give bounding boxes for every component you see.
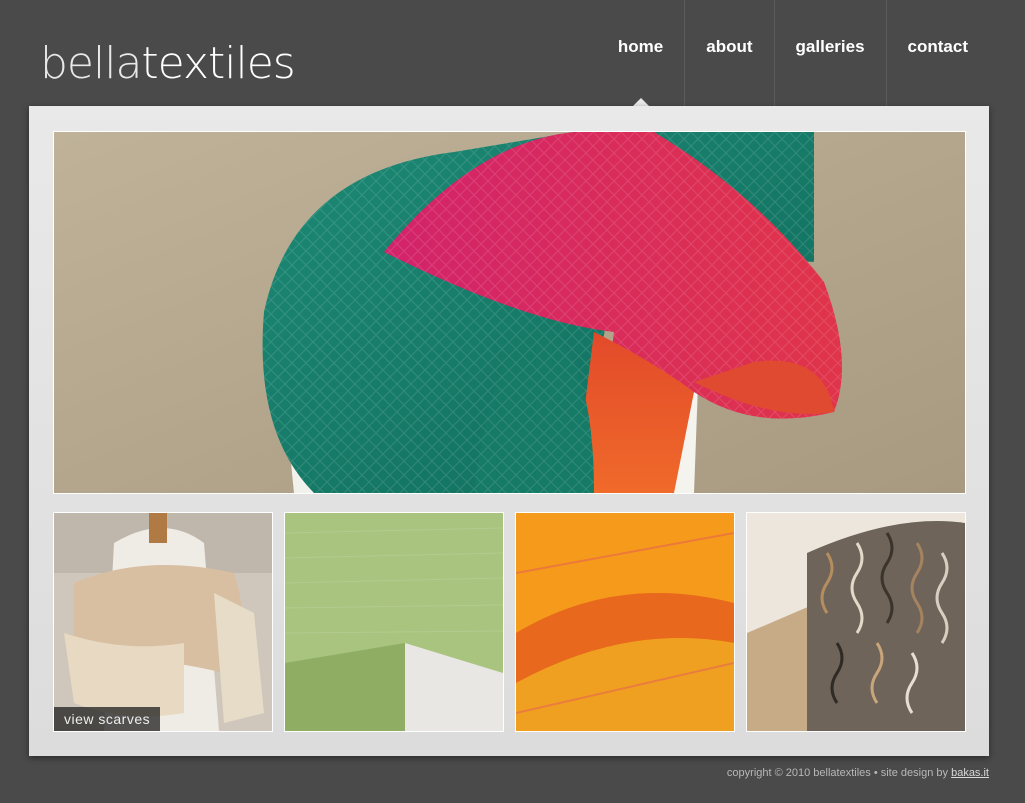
site-logo[interactable]: bellatextiles — [40, 34, 296, 94]
nav-item-about[interactable]: about — [684, 0, 773, 106]
logo-text-bold: textiles — [141, 38, 295, 89]
nav-item-home[interactable]: home — [597, 0, 684, 106]
thumbnail-wool-fleece[interactable] — [746, 512, 966, 732]
footer: copyright © 2010 bellatextiles • site de… — [727, 767, 989, 779]
main-nav: home about galleries contact — [597, 0, 989, 106]
nav-item-label: about — [706, 37, 753, 56]
footer-link[interactable]: bakas.it — [951, 767, 989, 779]
thumbnail-green-scarf[interactable] — [284, 512, 504, 732]
thumbnail-row: view scarves — [53, 512, 966, 732]
thumbnail-label: view scarves — [54, 707, 161, 731]
nav-item-galleries[interactable]: galleries — [773, 0, 886, 106]
nav-item-contact[interactable]: contact — [885, 0, 989, 106]
hero-image — [53, 131, 966, 494]
footer-text: copyright © 2010 bellatextiles • site de… — [726, 767, 949, 779]
nav-item-label: home — [617, 37, 664, 56]
content-panel: view scarves — [29, 106, 989, 756]
nav-item-label: contact — [907, 37, 968, 56]
logo-text-light: bella — [40, 38, 142, 89]
nav-item-label: galleries — [795, 37, 865, 56]
thumbnail-orange-fabric[interactable] — [515, 512, 735, 732]
thumbnail-scarves[interactable]: view scarves — [53, 512, 273, 732]
